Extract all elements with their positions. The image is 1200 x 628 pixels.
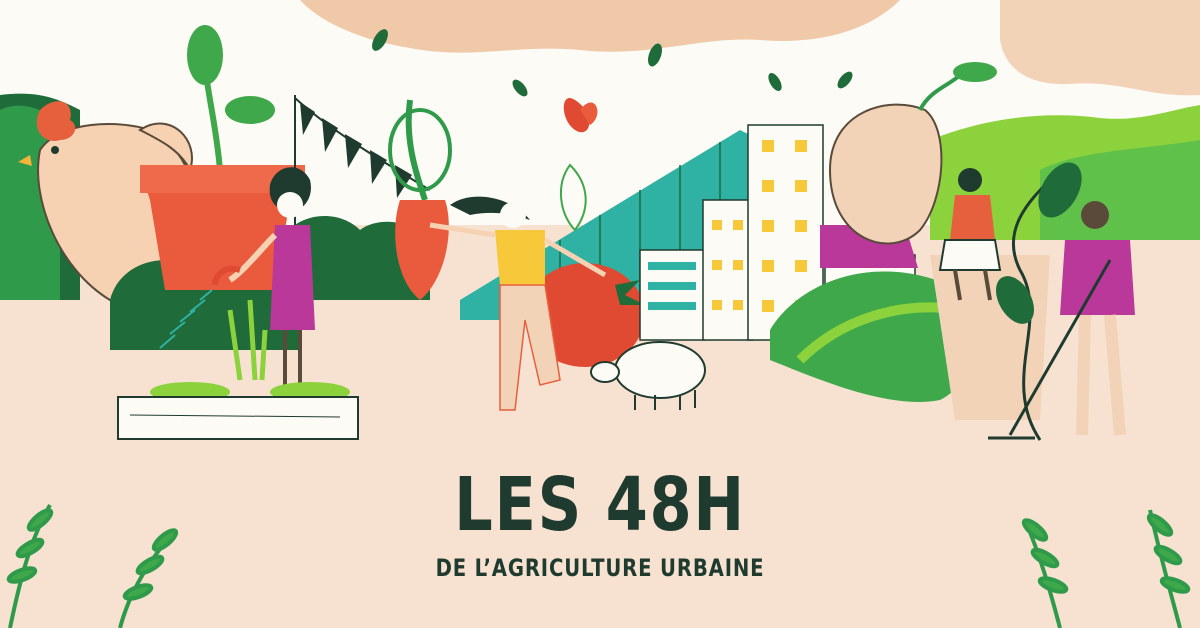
event-title: LES 48H	[454, 462, 746, 548]
banner: LES 48H DE L’AGRICULTURE URBAINE	[0, 0, 1200, 628]
title-block: LES 48H DE L’AGRICULTURE URBAINE	[0, 468, 1200, 582]
event-subtitle: DE L’AGRICULTURE URBAINE	[435, 554, 765, 582]
